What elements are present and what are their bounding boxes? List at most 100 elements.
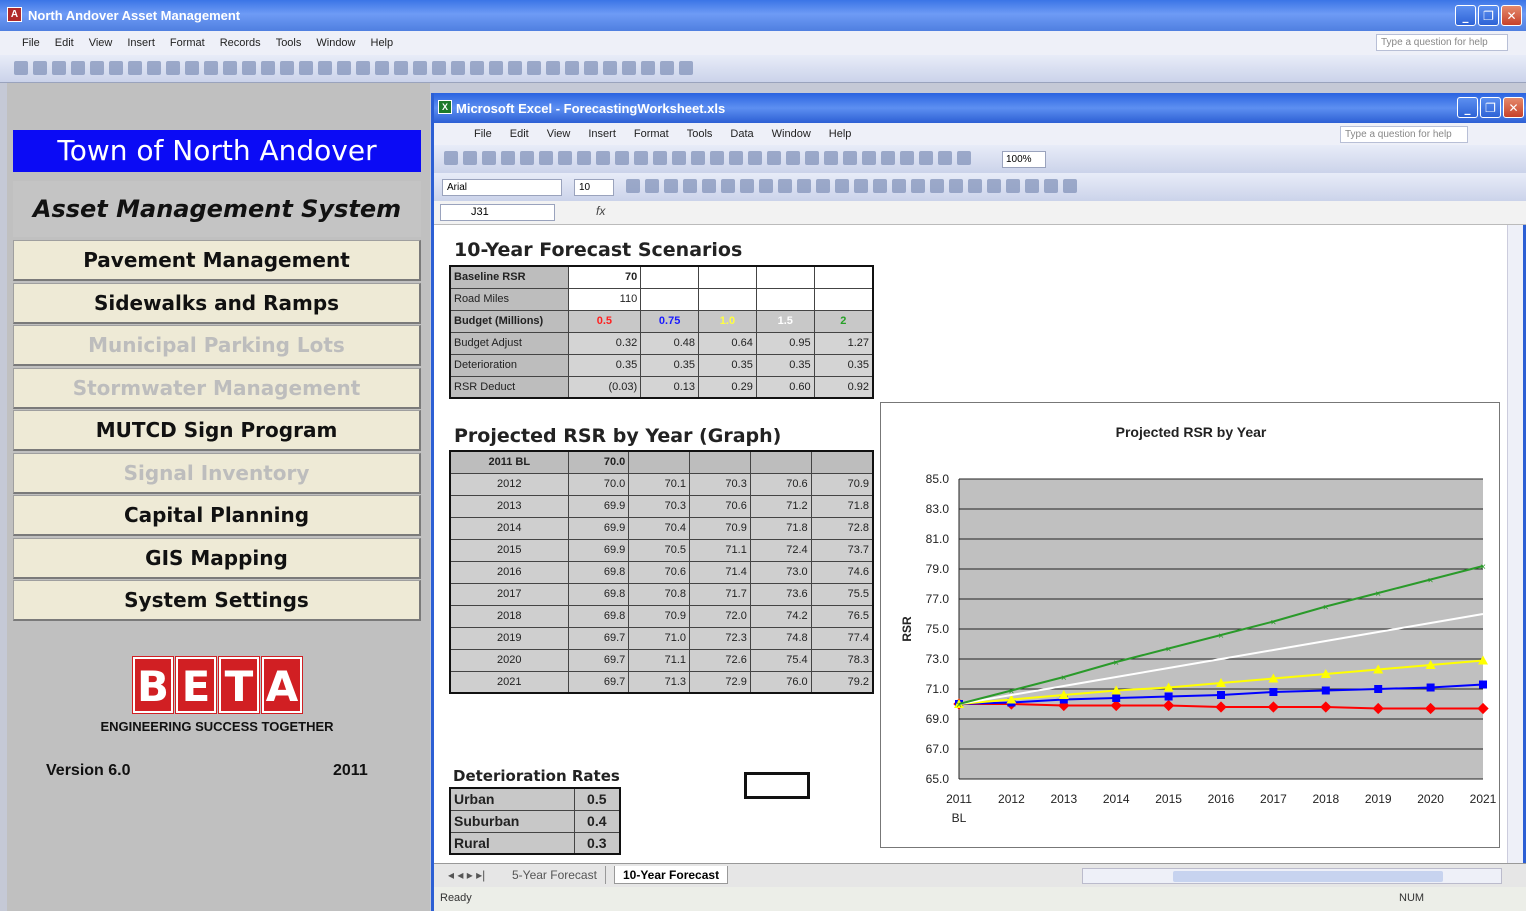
table-cell[interactable]: 71.1: [689, 538, 751, 562]
table-cell[interactable]: 74.2: [749, 604, 812, 628]
toolbar-button-icon[interactable]: [1063, 179, 1077, 193]
table-cell[interactable]: 69.7: [567, 670, 630, 694]
table-cell[interactable]: 75.5: [810, 582, 874, 606]
switchboard-button-system-settings[interactable]: System Settings: [13, 580, 421, 621]
table-cell[interactable]: 72.3: [689, 626, 751, 650]
toolbar-button-icon[interactable]: [664, 179, 678, 193]
table-cell[interactable]: 71.8: [810, 494, 874, 518]
toolbar-button-icon[interactable]: [691, 151, 705, 165]
excel-help-box[interactable]: Type a question for help: [1340, 126, 1468, 143]
toolbar-button-icon[interactable]: [508, 61, 522, 75]
table-cell[interactable]: 71.4: [689, 560, 751, 584]
toolbar-button-icon[interactable]: [394, 61, 408, 75]
scroll-thumb[interactable]: [1173, 871, 1443, 882]
tab-nav-icon[interactable]: ◂ ◂ ▸ ▸|: [440, 866, 493, 884]
toolbar-button-icon[interactable]: [653, 151, 667, 165]
toolbar-button-icon[interactable]: [539, 151, 553, 165]
toolbar-button-icon[interactable]: [596, 151, 610, 165]
table-cell[interactable]: [813, 287, 874, 311]
toolbar-button-icon[interactable]: [546, 61, 560, 75]
toolbar-button-icon[interactable]: [584, 61, 598, 75]
year-cell[interactable]: 2018: [449, 604, 569, 628]
table-cell[interactable]: 70.9: [689, 516, 751, 540]
zoom-select[interactable]: 100%: [1002, 151, 1046, 168]
year-cell[interactable]: 2021: [449, 670, 569, 694]
table-cell[interactable]: 0.48: [640, 331, 700, 355]
toolbar-button-icon[interactable]: [463, 151, 477, 165]
close-icon[interactable]: ✕: [1501, 5, 1522, 26]
switchboard-button-mutcd-sign-program[interactable]: MUTCD Sign Program: [13, 410, 421, 451]
tab-10-year[interactable]: 10-Year Forecast: [614, 866, 729, 884]
toolbar-button-icon[interactable]: [622, 61, 636, 75]
table-cell[interactable]: [755, 265, 815, 289]
table-cell[interactable]: 0.92: [813, 375, 874, 399]
toolbar-button-icon[interactable]: [778, 179, 792, 193]
toolbar-button-icon[interactable]: [109, 61, 123, 75]
toolbar-button-icon[interactable]: [204, 61, 218, 75]
table-cell[interactable]: 70.5: [628, 538, 691, 562]
table-cell[interactable]: [813, 265, 874, 289]
year-cell[interactable]: 2019: [449, 626, 569, 650]
toolbar-button-icon[interactable]: [862, 151, 876, 165]
toolbar-button-icon[interactable]: [128, 61, 142, 75]
menu-item-file[interactable]: File: [22, 37, 40, 49]
toolbar-button-icon[interactable]: [797, 179, 811, 193]
table-cell[interactable]: 75.4: [749, 648, 812, 672]
toolbar-button-icon[interactable]: [767, 151, 781, 165]
table-cell[interactable]: 1.27: [813, 331, 874, 355]
menu-item-window[interactable]: Window: [772, 128, 811, 140]
toolbar-button-icon[interactable]: [242, 61, 256, 75]
toolbar-button-icon[interactable]: [261, 61, 275, 75]
toolbar-button-icon[interactable]: [805, 151, 819, 165]
menu-item-edit[interactable]: Edit: [510, 128, 529, 140]
table-cell[interactable]: 0.35: [698, 353, 757, 377]
table-cell[interactable]: 74.6: [810, 560, 874, 584]
toolbar-button-icon[interactable]: [147, 61, 161, 75]
restore-icon[interactable]: ❐: [1478, 5, 1499, 26]
toolbar-button-icon[interactable]: [660, 61, 674, 75]
tab-5-year[interactable]: 5-Year Forecast: [504, 866, 606, 884]
toolbar-button-icon[interactable]: [759, 179, 773, 193]
table-cell[interactable]: 71.7: [689, 582, 751, 606]
year-cell[interactable]: 2015: [449, 538, 569, 562]
menu-item-insert[interactable]: Insert: [588, 128, 616, 140]
toolbar-button-icon[interactable]: [501, 151, 515, 165]
year-cell[interactable]: 2016: [449, 560, 569, 584]
menu-item-tools[interactable]: Tools: [276, 37, 302, 49]
rate-value[interactable]: 0.3: [573, 831, 621, 855]
toolbar-button-icon[interactable]: [1025, 179, 1039, 193]
table-cell[interactable]: [640, 287, 700, 311]
toolbar-button-icon[interactable]: [185, 61, 199, 75]
toolbar-button-icon[interactable]: [786, 151, 800, 165]
table-cell[interactable]: 77.4: [810, 626, 874, 650]
worksheet[interactable]: 10-Year Forecast Scenarios Baseline RSR 7…: [434, 225, 1510, 863]
table-cell[interactable]: 69.8: [567, 560, 630, 584]
toolbar-button-icon[interactable]: [470, 61, 484, 75]
table-cell[interactable]: 72.8: [810, 516, 874, 540]
toolbar-button-icon[interactable]: [900, 151, 914, 165]
minimize-icon[interactable]: _: [1457, 97, 1478, 118]
switchboard-button-stormwater-management[interactable]: Stormwater Management: [13, 367, 421, 409]
table-cell[interactable]: 70.6: [628, 560, 691, 584]
switchboard-button-sidewalks-and-ramps[interactable]: Sidewalks and Ramps: [13, 282, 421, 324]
menu-item-edit[interactable]: Edit: [55, 37, 74, 49]
toolbar-button-icon[interactable]: [356, 61, 370, 75]
year-cell[interactable]: 2014: [449, 516, 569, 540]
table-cell[interactable]: 69.8: [567, 582, 630, 606]
table-cell[interactable]: 72.6: [689, 648, 751, 672]
table-cell[interactable]: [640, 265, 700, 289]
toolbar-button-icon[interactable]: [683, 179, 697, 193]
toolbar-button-icon[interactable]: [520, 151, 534, 165]
toolbar-button-icon[interactable]: [873, 179, 887, 193]
table-cell[interactable]: 1.0: [698, 309, 757, 333]
table-cell[interactable]: 0.13: [640, 375, 700, 399]
rsr-chart[interactable]: Projected RSR by Year 85.0 83.0 81.0 79.0 77.…: [880, 402, 1500, 848]
toolbar-button-icon[interactable]: [721, 179, 735, 193]
menu-item-tools[interactable]: Tools: [687, 128, 713, 140]
menu-item-view[interactable]: View: [547, 128, 571, 140]
table-cell[interactable]: 69.9: [567, 538, 630, 562]
table-cell[interactable]: 71.8: [749, 516, 812, 540]
toolbar-button-icon[interactable]: [968, 179, 982, 193]
toolbar-button-icon[interactable]: [558, 151, 572, 165]
toolbar-button-icon[interactable]: [444, 151, 458, 165]
